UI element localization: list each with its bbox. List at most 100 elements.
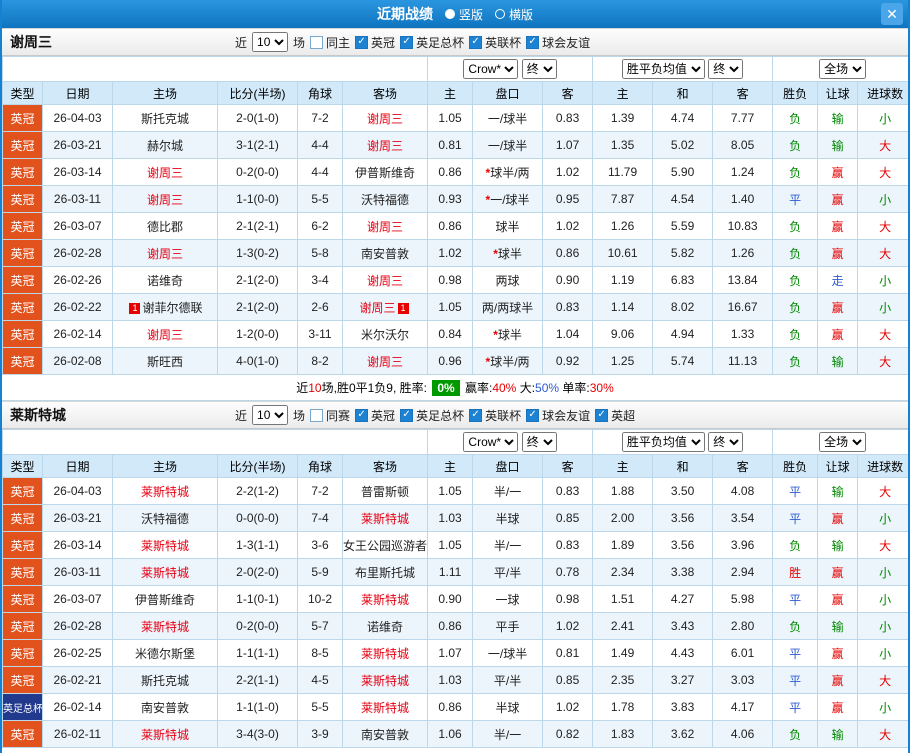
final-select-wdl[interactable]: 终 (708, 432, 744, 452)
match-date: 26-02-14 (42, 693, 113, 721)
odds-away: 0.82 (542, 720, 594, 748)
corners: 7-2 (297, 104, 343, 132)
matches-table: Crow* 终 胜平负均值 终 全场 类型 日期 主场 比分(半场) 角球 客场主盘口客主… (2, 429, 908, 748)
scope-select[interactable]: 全场 (819, 432, 867, 452)
away-team: 谢周三 (341, 131, 429, 159)
score: 2-1(2-0) (217, 293, 298, 321)
close-button[interactable]: ✕ (881, 3, 903, 25)
league-badge: 英冠 (2, 185, 43, 213)
handicap: 平/半 (472, 666, 544, 694)
corners: 2-6 (297, 293, 343, 321)
odds-company-select[interactable]: Crow* (463, 59, 519, 79)
dialog-title: 近期战绩 (376, 6, 433, 22)
scope-select-cell: 全场 (772, 429, 908, 455)
odds-win: 1.88 (592, 477, 654, 505)
away-team: 谢周三 1 (341, 293, 429, 321)
odds-away: 1.02 (542, 693, 594, 721)
handicap: *一/球半 (472, 185, 544, 213)
league-badge: 英冠 (2, 531, 43, 559)
filter-league-label: 球会友谊 (542, 408, 591, 423)
titlebar: 近期战绩 竖版 横版 ✕ (2, 0, 908, 28)
home-team: 谢周三 (112, 185, 218, 213)
odds-win: 1.26 (592, 212, 654, 240)
score: 0-2(0-0) (217, 158, 298, 186)
odds-away: 0.98 (542, 585, 594, 613)
match-row: 英冠 26-03-07 德比郡 2-1(2-1) 6-2 谢周三 0.86 球半… (2, 212, 908, 240)
near-label: 近 (235, 35, 248, 50)
filter-league-4[interactable]: ✓ 英超 (595, 407, 635, 424)
away-team: 布里斯托城 (341, 558, 429, 586)
odds-draw: 4.27 (652, 585, 714, 613)
radio-vertical-layout[interactable]: 竖版 (444, 6, 483, 23)
filter-league-1[interactable]: ✓ 英足总杯 (400, 34, 464, 51)
league-badge: 英冠 (2, 612, 43, 640)
home-team: 赫尔城 (112, 131, 218, 159)
games-label: 场 (293, 35, 306, 50)
final-select-handicap[interactable]: 终 (521, 59, 557, 79)
recent-count-select[interactable]: 10 (252, 405, 289, 425)
result-wdl: 负 (772, 347, 819, 375)
handicap: *球半 (472, 320, 544, 348)
result-wdl: 负 (772, 239, 819, 267)
wdl-average-select[interactable]: 胜平负均值 (621, 59, 705, 79)
filter-same[interactable]: 同主 (310, 34, 350, 51)
filter-league-label: 英足总杯 (416, 408, 465, 423)
score: 2-0(2-0) (217, 558, 298, 586)
final-select-wdl[interactable]: 终 (708, 59, 744, 79)
odds-win: 10.61 (592, 239, 654, 267)
col-header: 胜负 (772, 454, 819, 478)
scope-select[interactable]: 全场 (819, 59, 867, 79)
filters-bar: 近 10 场 同赛 ✓ 英冠 ✓ 英足总杯 ✓ 英联杯 ✓ 球会友谊 ✓ 英超 (235, 405, 635, 425)
away-team: 谢周三 (341, 266, 429, 294)
away-team: 莱斯特城 (341, 639, 429, 667)
result-handicap: 赢 (817, 185, 859, 213)
filter-league-2[interactable]: ✓ 英联杯 (469, 34, 521, 51)
corners: 4-5 (297, 666, 343, 694)
odds-win: 11.79 (592, 158, 654, 186)
filter-league-0[interactable]: ✓ 英冠 (355, 407, 395, 424)
result-wdl: 负 (772, 612, 819, 640)
radio-unselected-icon (495, 9, 505, 19)
odds-home: 1.11 (427, 558, 474, 586)
result-handicap: 赢 (817, 320, 859, 348)
away-team: 谢周三 (341, 104, 429, 132)
filter-league-3[interactable]: ✓ 球会友谊 (526, 407, 590, 424)
match-date: 26-02-11 (42, 720, 113, 748)
result-goals: 小 (857, 639, 908, 667)
match-row: 英冠 26-02-14 谢周三 1-2(0-0) 3-11 米尔沃尔 0.84 … (2, 320, 908, 348)
filter-same[interactable]: 同赛 (310, 407, 350, 424)
recent-count-select[interactable]: 10 (252, 32, 289, 52)
odds-lose: 11.13 (712, 347, 774, 375)
filter-league-0[interactable]: ✓ 英冠 (355, 34, 395, 51)
team-header: 莱斯特城 近 10 场 同赛 ✓ 英冠 ✓ 英足总杯 ✓ 英联杯 ✓ 球会友谊 ✓ 英超 (2, 401, 908, 429)
radio-horizontal-layout[interactable]: 横版 (495, 6, 533, 23)
away-team: 莱斯特城 (341, 504, 429, 532)
odds-home: 0.81 (427, 131, 474, 159)
games-label: 场 (293, 408, 306, 423)
handicap: 半/一 (472, 477, 544, 505)
odds-company-select[interactable]: Crow* (463, 432, 519, 452)
handicap: 一/球半 (472, 104, 544, 132)
col-header: 类型 (2, 454, 43, 478)
result-handicap: 赢 (817, 585, 859, 613)
filter-league-1[interactable]: ✓ 英足总杯 (400, 407, 464, 424)
summary-text: 近 (296, 381, 309, 395)
col-header: 角球 (297, 454, 343, 478)
recent-results-dialog: 近期战绩 竖版 横版 ✕ 谢周三 近 10 场 同主 ✓ 英冠 ✓ 英足总杯 ✓ 英联杯 ✓… (0, 0, 910, 753)
filter-league-3[interactable]: ✓ 球会友谊 (526, 34, 590, 51)
filter-league-2[interactable]: ✓ 英联杯 (469, 407, 521, 424)
checkbox-icon: ✓ (526, 408, 540, 422)
summary-text: 赢率: (461, 381, 493, 395)
home-team: 沃特福德 (112, 504, 218, 532)
corners: 10-2 (297, 585, 343, 613)
final-select-handicap[interactable]: 终 (521, 432, 557, 452)
wdl-average-select[interactable]: 胜平负均值 (621, 432, 705, 452)
odds-draw: 5.59 (652, 212, 714, 240)
match-row: 英冠 26-02-26 诺维奇 2-1(2-0) 3-4 谢周三 0.98 两球… (2, 266, 908, 294)
odds-lose: 13.84 (712, 266, 774, 294)
home-team: 南安普敦 (112, 693, 218, 721)
league-badge: 英冠 (2, 347, 43, 375)
match-row: 英冠 26-02-22 1 谢菲尔德联 2-1(2-0) 2-6 谢周三 1 1.0… (2, 293, 908, 321)
col-header: 日期 (42, 454, 113, 478)
odds-win: 1.19 (592, 266, 654, 294)
